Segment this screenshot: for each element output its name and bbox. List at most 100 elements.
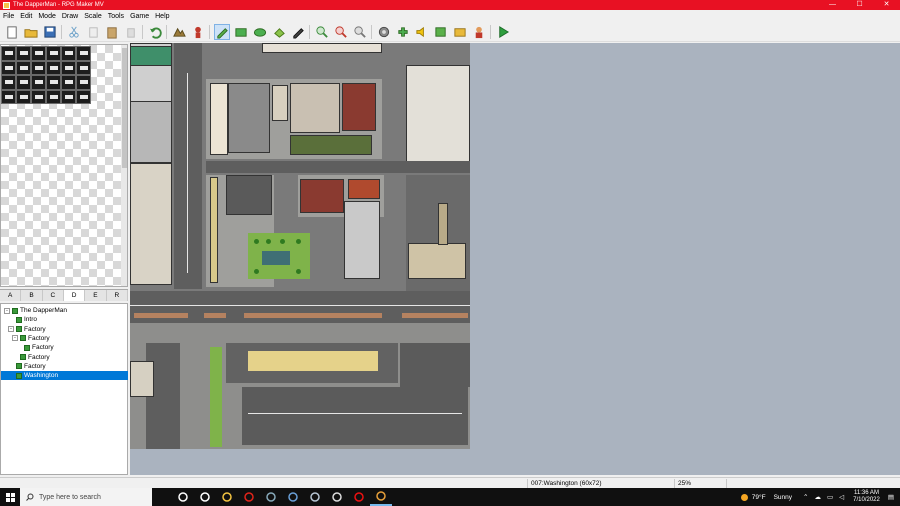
close-button[interactable]: ✕ (873, 0, 900, 10)
unity-taskbar-button[interactable] (326, 488, 348, 506)
rectangle-button[interactable] (233, 24, 249, 40)
unity-icon (332, 492, 342, 502)
volume-icon[interactable]: ◁ (839, 493, 844, 501)
network-icon[interactable]: ▭ (827, 493, 833, 501)
collapse-toggle-icon[interactable]: - (4, 307, 10, 314)
record-taskbar-button[interactable] (348, 488, 370, 506)
start-button[interactable] (0, 488, 20, 506)
taskbar-search[interactable]: Type here to search (20, 488, 152, 506)
cut-icon (68, 26, 79, 38)
map-tree-label: Factory (24, 325, 46, 333)
map-washington[interactable] (130, 43, 470, 449)
map-tree-item[interactable]: Factory (16, 343, 54, 352)
map-tree-item[interactable]: - The DapperMan (4, 306, 67, 315)
pencil-button[interactable] (213, 24, 230, 40)
menu-tools[interactable]: Tools (105, 13, 127, 20)
paste-button[interactable] (104, 24, 120, 40)
playtest-button[interactable] (495, 24, 511, 40)
menu-scale[interactable]: Scale (81, 13, 105, 20)
new-project-button[interactable] (4, 24, 20, 40)
clock-date: 7/10/2022 (853, 497, 880, 503)
scrollbar-thumb[interactable] (122, 48, 127, 168)
ellipse-button[interactable] (252, 24, 268, 40)
app-taskbar-button[interactable] (260, 488, 282, 506)
menu-draw[interactable]: Draw (59, 13, 81, 20)
minimize-button[interactable]: — (819, 0, 846, 10)
undo-button[interactable] (147, 24, 163, 40)
cut-button[interactable] (66, 24, 82, 40)
event-searcher-button[interactable] (433, 24, 449, 40)
character-generator-icon (475, 26, 482, 39)
map-mode-button[interactable] (171, 24, 187, 40)
tileset-tab-e[interactable]: E (85, 290, 107, 301)
sound-test-button[interactable] (414, 24, 430, 40)
map-icon (20, 354, 26, 360)
menu-edit[interactable]: Edit (17, 13, 35, 20)
zoom-in-button[interactable] (314, 24, 330, 40)
search-icon (26, 493, 34, 501)
shadow-pen-button[interactable] (290, 24, 306, 40)
file-explorer-taskbar-button[interactable] (216, 488, 238, 506)
tileset-scrollbar[interactable] (121, 45, 127, 286)
event-searcher-icon (434, 27, 446, 37)
database-button[interactable] (376, 24, 392, 40)
map-building (290, 135, 372, 155)
tileset-car-tiles[interactable] (1, 46, 91, 104)
tileset-tab-b[interactable]: B (21, 290, 43, 301)
open-project-button[interactable] (23, 24, 39, 40)
copy-button[interactable] (85, 24, 101, 40)
map-canvas[interactable] (130, 43, 900, 475)
save-project-button[interactable] (42, 24, 58, 40)
notification-icon[interactable]: ▤ (888, 493, 894, 501)
mail-icon (288, 492, 298, 502)
toolbar-separator (142, 25, 143, 39)
menu-help[interactable]: Help (152, 13, 172, 20)
opera-taskbar-button[interactable] (238, 488, 260, 506)
menu-file[interactable]: File (0, 13, 17, 20)
clock[interactable]: 11:36 AM 7/10/2022 (853, 490, 880, 504)
system-tray: 79°F Sunny ⌃ ☁ ▭ ◁ 11:36 AM 7/10/2022 ▤ (740, 488, 900, 506)
map-tree-item[interactable]: Factory (8, 362, 46, 371)
event-mode-button[interactable] (190, 24, 206, 40)
weather-widget[interactable]: 79°F Sunny (740, 493, 792, 502)
tileset-tab-d[interactable]: D (63, 290, 86, 301)
map-mode-icon (172, 27, 186, 37)
resource-manager-icon (453, 28, 466, 37)
map-building (344, 201, 380, 279)
menu-game[interactable]: Game (127, 13, 152, 20)
map-icon (20, 335, 26, 342)
tileset-tab-c[interactable]: C (43, 290, 64, 301)
character-generator-button[interactable] (471, 24, 487, 40)
maximize-button[interactable]: ☐ (846, 0, 873, 10)
map-tree-item[interactable]: - Factory (8, 325, 46, 334)
delete-button[interactable] (123, 24, 139, 40)
map-tree: - The DapperMan Intro - Factory - Factory Facto… (0, 303, 128, 475)
tileset-tab-a[interactable]: A (0, 290, 22, 301)
map-tree-item[interactable]: Washington (1, 371, 128, 381)
task-view-taskbar-button[interactable] (194, 488, 216, 506)
map-tree-item[interactable]: Factory (12, 353, 50, 362)
resource-manager-button[interactable] (452, 24, 468, 40)
toolbar-separator (371, 25, 372, 39)
tileset-tab-r[interactable]: R (107, 290, 128, 301)
tileset-palette[interactable] (0, 44, 128, 287)
zoom-out-button[interactable] (333, 24, 349, 40)
cloud-icon[interactable]: ☁ (814, 493, 821, 501)
mail-taskbar-button[interactable] (282, 488, 304, 506)
map-tree-item[interactable]: Intro (8, 315, 37, 324)
map-tree-label: Factory (28, 353, 50, 361)
fill-button[interactable] (271, 24, 287, 40)
map-church (408, 243, 466, 279)
actual-size-button[interactable] (352, 24, 368, 40)
plugin-manager-button[interactable] (395, 24, 411, 40)
chevron-up-icon[interactable]: ⌃ (803, 493, 808, 501)
cortana-taskbar-button[interactable] (172, 488, 194, 506)
steam-taskbar-button[interactable] (304, 488, 326, 506)
windows-icon (5, 492, 15, 502)
rpg-maker-taskbar-button[interactable] (370, 488, 392, 506)
collapse-toggle-icon[interactable]: - (8, 326, 14, 333)
collapse-toggle-icon[interactable]: - (12, 335, 18, 342)
menu-mode[interactable]: Mode (35, 13, 59, 20)
map-icon (16, 372, 22, 379)
map-tree-item[interactable]: - Factory (12, 334, 50, 343)
